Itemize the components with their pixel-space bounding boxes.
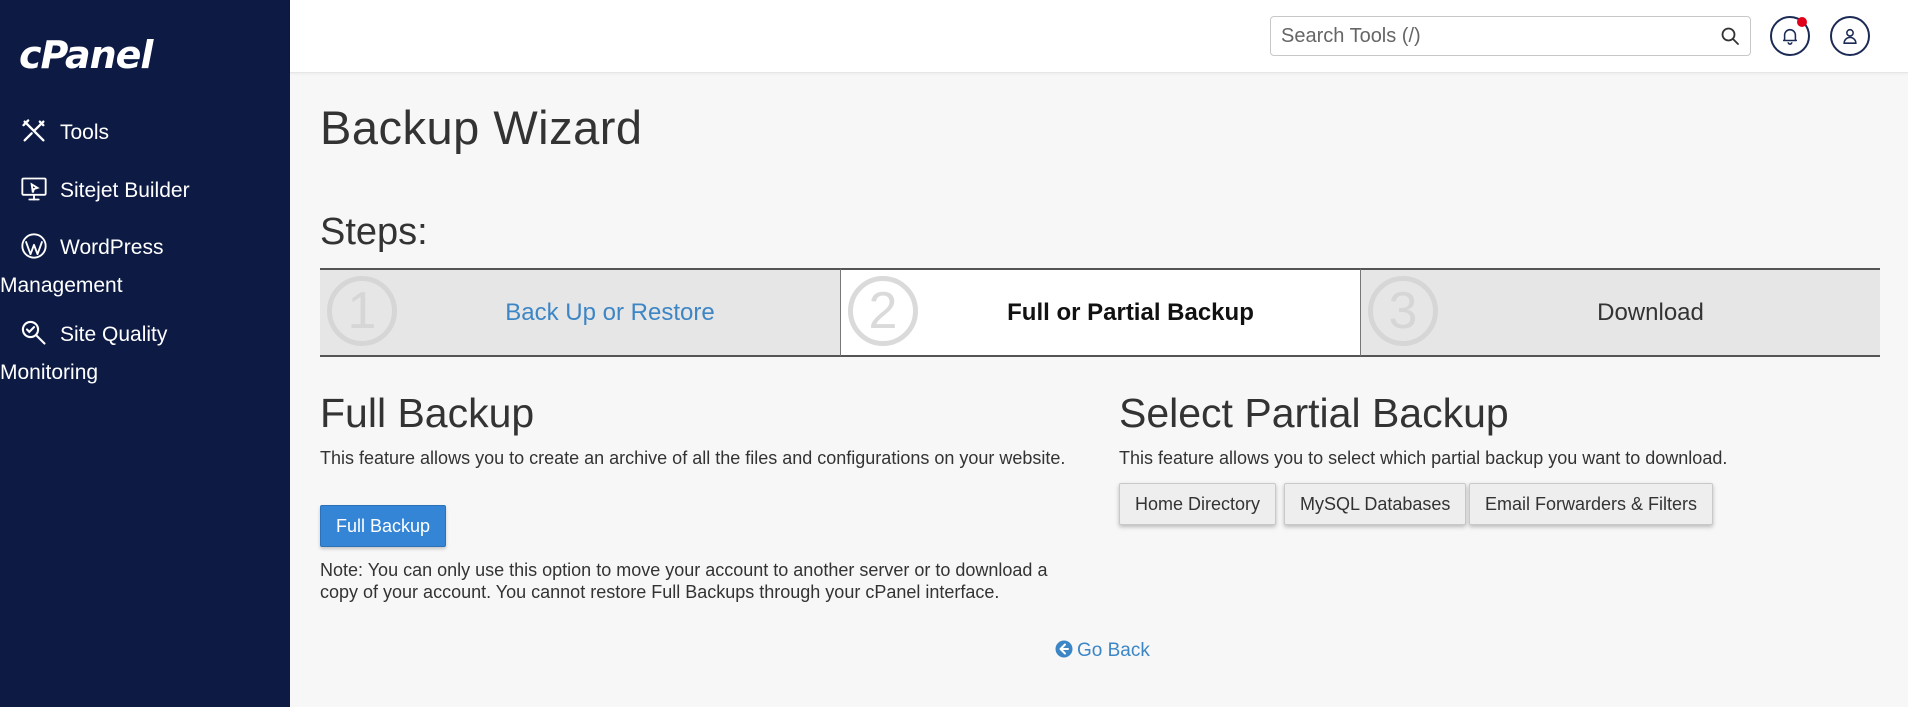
monitor-icon <box>20 175 48 203</box>
sidebar-item-label-line2: Monitoring <box>0 361 99 384</box>
cpanel-logo[interactable]: cPanel <box>19 33 153 77</box>
top-bar <box>290 0 1908 73</box>
sidebar-item-label: WordPress <box>60 236 164 259</box>
step-label-current: Full or Partial Backup <box>1007 299 1254 326</box>
sidebar-item-label: Site Quality <box>60 323 168 346</box>
step-label: Download <box>1597 299 1704 326</box>
full-backup-button[interactable]: Full Backup <box>320 505 447 547</box>
tools-icon <box>20 117 48 145</box>
arrow-circle-left-icon <box>1055 640 1073 658</box>
page-title: Backup Wizard <box>320 101 643 154</box>
steps-heading: Steps: <box>320 211 428 253</box>
sidebar-item-label: Sitejet Builder <box>60 179 190 202</box>
wizard-steps: 1 Back Up or Restore 2 Full or Partial B… <box>320 268 1880 357</box>
sidebar-item-site-quality-monitoring[interactable]: Site Quality Monitoring <box>0 316 280 392</box>
email-forwarders-filters-button[interactable]: Email Forwarders & Filters <box>1469 483 1714 525</box>
go-back-label: Go Back <box>1077 640 1150 661</box>
sidebar-item-tools[interactable]: Tools <box>20 114 280 152</box>
sidebar: cPanel Tools Sitejet Builder WordPress M… <box>0 0 290 707</box>
sidebar-item-label-line2: Management <box>0 274 123 297</box>
full-backup-heading: Full Backup <box>320 390 535 436</box>
sidebar-item-label: Tools <box>60 121 110 144</box>
go-back-link[interactable]: Go Back <box>1055 640 1150 662</box>
step-1: 1 Back Up or Restore <box>320 268 840 357</box>
search-input[interactable] <box>1271 17 1701 55</box>
mysql-databases-button[interactable]: MySQL Databases <box>1284 483 1467 525</box>
full-backup-description: This feature allows you to create an arc… <box>320 448 1066 468</box>
partial-backup-heading: Select Partial Backup <box>1119 390 1509 436</box>
step-back-up-or-restore-link[interactable]: Back Up or Restore <box>380 270 840 355</box>
sidebar-item-sitejet-builder[interactable]: Sitejet Builder <box>20 172 280 210</box>
search-icon[interactable] <box>1720 26 1740 46</box>
full-backup-note: Note: You can only use this option to mo… <box>320 560 1048 602</box>
partial-backup-description: This feature allows you to select which … <box>1119 448 1728 468</box>
user-menu-button[interactable] <box>1830 16 1870 56</box>
wordpress-icon <box>20 232 48 260</box>
sidebar-item-wordpress-management[interactable]: WordPress Management <box>0 229 280 305</box>
notifications-button[interactable] <box>1770 16 1810 56</box>
home-directory-button[interactable]: Home Directory <box>1119 483 1277 525</box>
magnifier-icon <box>20 319 48 347</box>
step-3: 3 Download <box>1360 268 1880 357</box>
search-box <box>1270 16 1751 56</box>
step-2: 2 Full or Partial Backup <box>840 268 1360 357</box>
notification-dot <box>1797 17 1807 27</box>
